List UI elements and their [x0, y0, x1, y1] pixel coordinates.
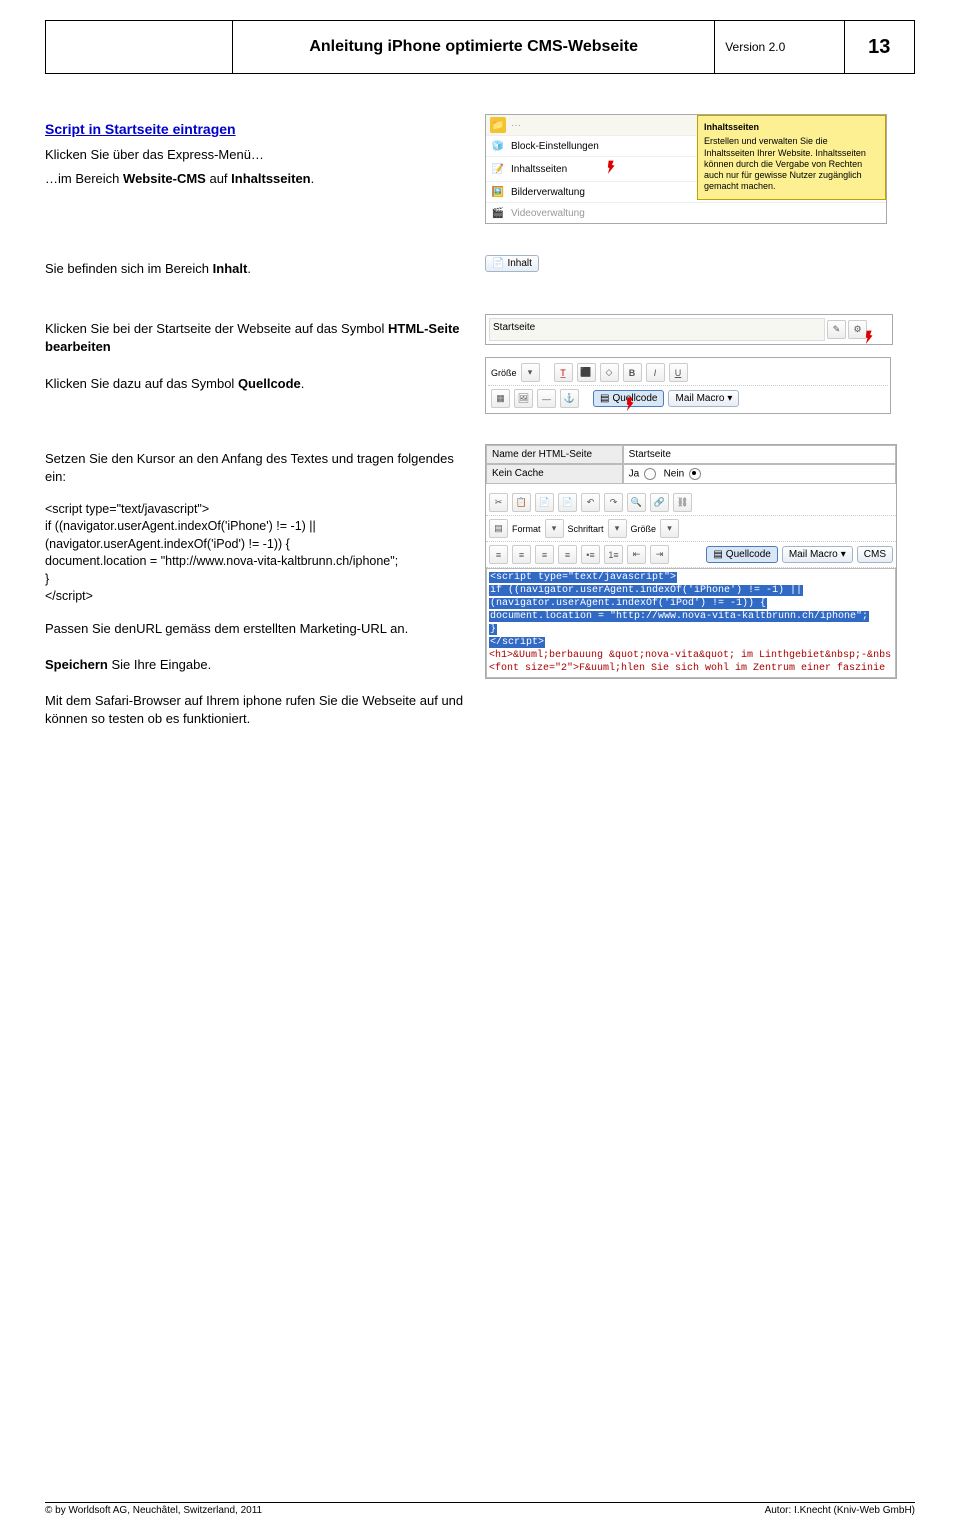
align-center-icon[interactable]: ≡: [512, 545, 531, 564]
menu-bilderverwaltung[interactable]: Bilderverwaltung: [511, 187, 585, 198]
underline-icon[interactable]: U: [669, 363, 688, 382]
th-name: Name der HTML-Seite: [486, 445, 623, 464]
page-icon: 📝: [490, 161, 506, 177]
row-name: Startseite: [489, 318, 825, 341]
tool-icon[interactable]: 📄: [535, 493, 554, 512]
section1-p2: …im Bereich Website-CMS auf Inhaltsseite…: [45, 170, 475, 188]
bgcolor-icon[interactable]: ⬛: [577, 363, 596, 382]
td-name-val: Startseite: [623, 445, 896, 464]
align-left-icon[interactable]: ≡: [489, 545, 508, 564]
code-icon: ▤: [600, 393, 609, 404]
tab-inhalt[interactable]: 📄 Inhalt: [485, 255, 539, 272]
outdent-icon[interactable]: ⇤: [627, 545, 646, 564]
section4-p2: Passen Sie denURL gemäss dem erstellten …: [45, 620, 475, 638]
code-block: <script type="text/javascript"> if ((nav…: [45, 501, 475, 606]
chevron-down-icon: ▾: [727, 393, 732, 404]
section4-p3: Speichern Sie Ihre Eingabe.: [45, 656, 475, 674]
label-groesse: Größe: [491, 368, 517, 378]
doc-footer: © by Worldsoft AG, Neuchâtel, Switzerlan…: [45, 1502, 915, 1516]
section3-p2: Klicken Sie dazu auf das Symbol Quellcod…: [45, 375, 475, 393]
anchor-icon[interactable]: ⚓: [560, 389, 579, 408]
image-icon: 🖼️: [490, 184, 506, 200]
dropdown-icon[interactable]: ▾: [545, 519, 564, 538]
th-cache: Kein Cache: [486, 464, 623, 484]
bold-icon[interactable]: B: [623, 363, 642, 382]
radio-ja[interactable]: [644, 468, 656, 480]
screenshot-editor: Name der HTML-Seite Startseite Kein Cach…: [485, 444, 897, 679]
tool-icon[interactable]: ↶: [581, 493, 600, 512]
mailmacro-button[interactable]: Mail Macro ▾: [668, 390, 739, 407]
header-logo-cell: [46, 21, 233, 74]
tool-icon[interactable]: ▤: [489, 519, 508, 538]
edit-html-icon[interactable]: ✎: [827, 320, 846, 339]
dropdown-icon[interactable]: ▾: [608, 519, 627, 538]
dropdown-icon[interactable]: ▾: [521, 363, 540, 382]
folder-icon: 📁: [490, 117, 506, 133]
hr-icon[interactable]: ―: [537, 389, 556, 408]
footer-right: Autor: I.Knecht (Kniv-Web GmbH): [765, 1505, 915, 1516]
table-icon[interactable]: ▦: [491, 389, 510, 408]
section4-p1: Setzen Sie den Kursor an den Anfang des …: [45, 450, 475, 486]
tool-icon[interactable]: ⛓: [673, 493, 692, 512]
menu-inhaltsseiten[interactable]: Inhaltsseiten: [511, 164, 567, 175]
screenshot-toolbar-quellcode: Größe ▾ T̲ ⬛ ◇ B I U ▦ 🖼 ― ⚓: [485, 357, 891, 414]
section1-heading: Script in Startseite eintragen: [45, 121, 236, 137]
section1-p1: Klicken Sie über das Express-Menü…: [45, 146, 475, 164]
tool-icon[interactable]: 🔍: [627, 493, 646, 512]
code-editor[interactable]: <script type="text/javascript"> if ((nav…: [486, 568, 896, 678]
screenshot-express-menu: 📁 ··· ··· 🧊Block-Einstellungen 📝Inhaltss…: [485, 114, 887, 224]
tool-icon[interactable]: ✂: [489, 493, 508, 512]
cms-button[interactable]: CMS: [857, 546, 893, 563]
video-icon: 🎬: [490, 205, 506, 221]
header-version: Version 2.0: [715, 21, 844, 74]
menu-videoverwaltung[interactable]: Videoverwaltung: [511, 208, 585, 219]
align-right-icon[interactable]: ≡: [535, 545, 554, 564]
tooltip-inhaltsseiten: Inhaltsseiten Erstellen und verwalten Si…: [697, 115, 886, 200]
image-icon[interactable]: 🖼: [514, 389, 533, 408]
tool-icon[interactable]: 📋: [512, 493, 531, 512]
menu-block-einstellungen[interactable]: Block-Einstellungen: [511, 141, 599, 152]
italic-icon[interactable]: I: [646, 363, 665, 382]
pointer-icon: [621, 396, 641, 416]
dropdown-icon[interactable]: ▾: [660, 519, 679, 538]
cube-icon: 🧊: [490, 138, 506, 154]
section2-p: Sie befinden sich im Bereich Inhalt.: [45, 260, 475, 278]
list-icon[interactable]: •≡: [581, 545, 600, 564]
mailmacro-button[interactable]: Mail Macro▾: [782, 546, 853, 563]
td-cache-val: Ja Nein: [623, 464, 896, 484]
header-page: 13: [844, 21, 914, 74]
radio-nein[interactable]: [689, 468, 701, 480]
page-icon: 📄: [492, 258, 504, 269]
section4-p4: Mit dem Safari-Browser auf Ihrem iphone …: [45, 692, 475, 728]
align-justify-icon[interactable]: ≡: [558, 545, 577, 564]
pointer-icon: [860, 329, 880, 349]
indent-icon[interactable]: ⇥: [650, 545, 669, 564]
numlist-icon[interactable]: 1≡: [604, 545, 623, 564]
pointer-icon: [602, 159, 622, 179]
chevron-down-icon: ▾: [841, 549, 846, 560]
doc-header-table: Anleitung iPhone optimierte CMS-Webseite…: [45, 20, 915, 74]
footer-left: © by Worldsoft AG, Neuchâtel, Switzerlan…: [45, 1505, 262, 1516]
screenshot-row-startseite: Startseite ✎ ⚙: [485, 314, 893, 345]
code-icon: ▤: [713, 549, 722, 560]
tool-icon[interactable]: 🔗: [650, 493, 669, 512]
quellcode-button[interactable]: ▤Quellcode: [706, 546, 777, 563]
eraser-icon[interactable]: ◇: [600, 363, 619, 382]
header-title: Anleitung iPhone optimierte CMS-Webseite: [233, 21, 715, 74]
fontcolor-icon[interactable]: T̲: [554, 363, 573, 382]
tool-icon[interactable]: ↷: [604, 493, 623, 512]
tool-icon[interactable]: 📄: [558, 493, 577, 512]
section3-p1: Klicken Sie bei der Startseite der Webse…: [45, 320, 475, 356]
